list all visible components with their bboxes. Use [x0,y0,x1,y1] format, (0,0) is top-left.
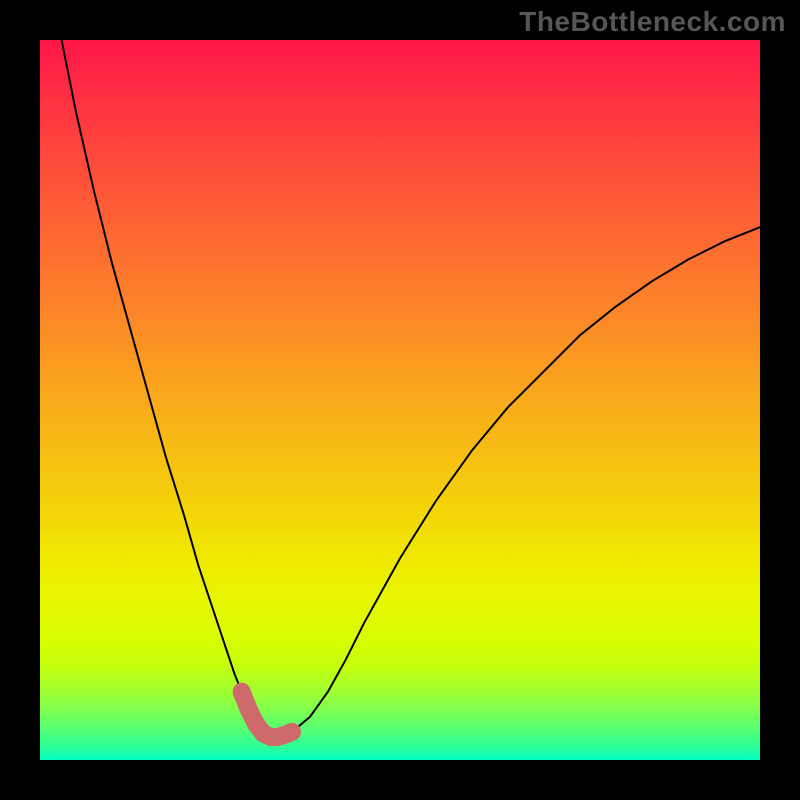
watermark-text: TheBottleneck.com [519,6,786,38]
chart-curves [40,40,760,760]
chart-container: TheBottleneck.com [0,0,800,800]
plot-area [40,40,760,760]
main-curve [62,40,760,737]
highlight-curve [242,692,292,737]
